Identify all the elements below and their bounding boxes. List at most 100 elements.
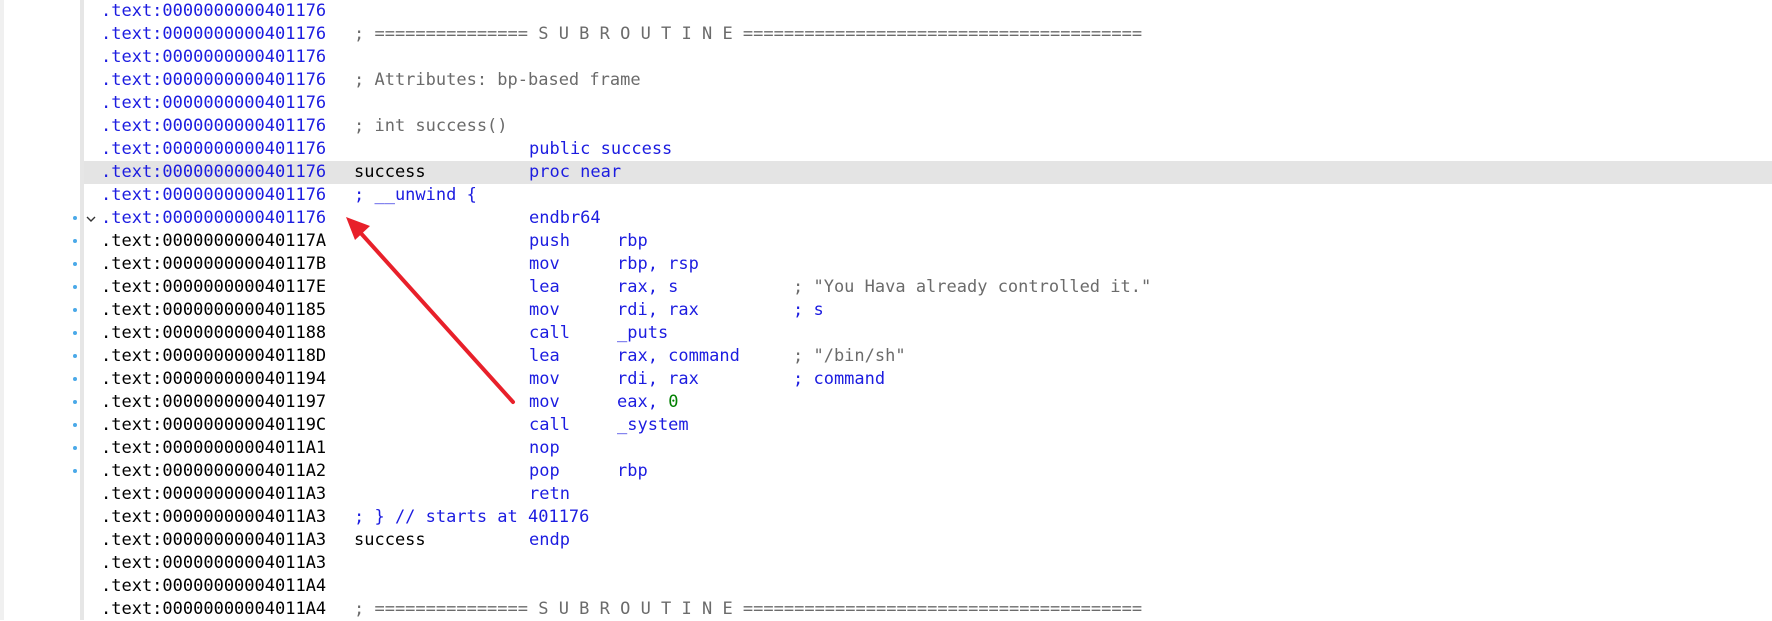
listing-line[interactable]: .text:00000000004011A3 retn bbox=[84, 483, 1772, 506]
line-address[interactable]: .text:0000000000401176 bbox=[101, 69, 326, 92]
line-operands[interactable]: rdi, rax bbox=[617, 299, 699, 322]
chevron-down-icon[interactable] bbox=[85, 213, 97, 225]
line-address[interactable]: .text:00000000004011A3 bbox=[101, 552, 326, 575]
line-mnemonic[interactable]: lea bbox=[529, 276, 560, 299]
line-address[interactable]: .text:00000000004011A4 bbox=[101, 575, 326, 598]
line-operands[interactable]: rbp bbox=[617, 230, 648, 253]
listing-line[interactable]: .text:0000000000401194 mov rdi, rax ; comma… bbox=[84, 368, 1772, 391]
listing-line[interactable]: .text:0000000000401176 ; =============== … bbox=[84, 23, 1772, 46]
line-operands[interactable]: eax, 0 bbox=[617, 391, 678, 414]
line-mnemonic[interactable]: lea bbox=[529, 345, 560, 368]
operand-space bbox=[658, 392, 668, 412]
line-mnemonic[interactable]: call bbox=[529, 322, 570, 345]
listing-line[interactable]: .text:000000000040119C call _system bbox=[84, 414, 1772, 437]
line-address[interactable]: .text:0000000000401176 bbox=[101, 207, 326, 230]
line-address[interactable]: .text:000000000040117B bbox=[101, 253, 326, 276]
listing-line[interactable]: .text:00000000004011A1 nop bbox=[84, 437, 1772, 460]
listing-line[interactable]: .text:00000000004011A2 pop rbp bbox=[84, 460, 1772, 483]
line-address[interactable]: .text:00000000004011A4 bbox=[101, 598, 326, 621]
line-label[interactable]: success bbox=[354, 161, 426, 184]
line-operands[interactable]: rax, command bbox=[617, 345, 740, 368]
line-address[interactable]: .text:00000000004011A2 bbox=[101, 460, 326, 483]
operand-text[interactable]: rdi, rax bbox=[617, 300, 699, 320]
line-operands[interactable]: _puts bbox=[617, 322, 668, 345]
listing-line[interactable]: .text:0000000000401176 bbox=[84, 92, 1772, 115]
listing-line[interactable]: .text:0000000000401176 ; __unwind { bbox=[84, 184, 1772, 207]
line-operands[interactable]: rbp bbox=[617, 460, 648, 483]
operand-text[interactable]: rax, command bbox=[617, 346, 740, 366]
line-address[interactable]: .text:0000000000401176 bbox=[101, 161, 326, 184]
line-address[interactable]: .text:00000000004011A3 bbox=[101, 506, 326, 529]
operand-text[interactable]: rbp, rsp bbox=[617, 254, 699, 274]
line-mnemonic[interactable]: nop bbox=[529, 437, 560, 460]
flow-dot-icon bbox=[73, 331, 77, 335]
operand-text[interactable]: _system bbox=[617, 415, 689, 435]
line-mnemonic[interactable]: public success bbox=[529, 138, 672, 161]
line-comment-header: ; } // starts at 401176 bbox=[354, 507, 590, 527]
flow-dot-icon bbox=[73, 285, 77, 289]
listing-line[interactable]: .text:000000000040117A push rbp bbox=[84, 230, 1772, 253]
listing-line[interactable]: .text:00000000004011A3 ; } // starts at 4… bbox=[84, 506, 1772, 529]
line-address[interactable]: .text:000000000040117E bbox=[101, 276, 326, 299]
line-mnemonic[interactable]: pop bbox=[529, 460, 560, 483]
line-address[interactable]: .text:0000000000401194 bbox=[101, 368, 326, 391]
listing-line[interactable]: .text:000000000040117E lea rax, s ; "You Ha… bbox=[84, 276, 1772, 299]
line-address[interactable]: .text:0000000000401176 bbox=[101, 184, 326, 207]
listing-line[interactable]: .text:0000000000401176 ; int success() bbox=[84, 115, 1772, 138]
listing-line[interactable]: .text:00000000004011A4 bbox=[84, 575, 1772, 598]
listing-line[interactable]: .text:0000000000401188 call _puts bbox=[84, 322, 1772, 345]
operand-text[interactable]: rdi, rax bbox=[617, 369, 699, 389]
flow-gutter[interactable] bbox=[4, 0, 80, 620]
operand-text[interactable]: rbp bbox=[617, 231, 648, 251]
line-address[interactable]: .text:0000000000401176 bbox=[101, 138, 326, 161]
operand-immediate[interactable]: 0 bbox=[668, 392, 678, 412]
line-address[interactable]: .text:0000000000401176 bbox=[101, 46, 326, 69]
listing-line[interactable]: .text:00000000004011A3 bbox=[84, 552, 1772, 575]
listing-line[interactable]: .text:0000000000401176 public success bbox=[84, 138, 1772, 161]
listing-line[interactable]: .text:0000000000401176 bbox=[84, 46, 1772, 69]
line-address[interactable]: .text:000000000040117A bbox=[101, 230, 326, 253]
line-address[interactable]: .text:0000000000401176 bbox=[101, 115, 326, 138]
operand-text[interactable]: rax, s bbox=[617, 277, 678, 297]
line-mnemonic[interactable]: proc near bbox=[529, 161, 621, 184]
line-operands[interactable]: rbp, rsp bbox=[617, 253, 699, 276]
listing-line[interactable]: .text:00000000004011A3 success endp bbox=[84, 529, 1772, 552]
listing-line[interactable]: .text:0000000000401176 success proc near bbox=[84, 161, 1772, 184]
line-address[interactable]: .text:0000000000401197 bbox=[101, 391, 326, 414]
line-mnemonic[interactable]: mov bbox=[529, 253, 560, 276]
line-label[interactable]: success bbox=[354, 529, 426, 552]
line-operands[interactable]: _system bbox=[617, 414, 689, 437]
line-mnemonic[interactable]: mov bbox=[529, 368, 560, 391]
listing-line[interactable]: .text:0000000000401176 ; Attributes: bp-b… bbox=[84, 69, 1772, 92]
listing-line[interactable]: .text:000000000040118D lea rax, command ; "… bbox=[84, 345, 1772, 368]
line-address[interactable]: .text:00000000004011A1 bbox=[101, 437, 326, 460]
line-mnemonic[interactable]: mov bbox=[529, 299, 560, 322]
listing-line[interactable]: .text:0000000000401176 endbr64 bbox=[84, 207, 1772, 230]
line-mnemonic[interactable]: call bbox=[529, 414, 570, 437]
line-mnemonic[interactable]: mov bbox=[529, 391, 560, 414]
disassembly-listing[interactable]: .text:0000000000401176 .text:000000000040… bbox=[84, 0, 1772, 621]
listing-line[interactable]: .text:000000000040117B mov rbp, rsp bbox=[84, 253, 1772, 276]
line-operands[interactable]: rax, s bbox=[617, 276, 678, 299]
line-mnemonic[interactable]: endbr64 bbox=[529, 207, 601, 230]
listing-line[interactable]: .text:0000000000401185 mov rdi, rax ; s bbox=[84, 299, 1772, 322]
line-address[interactable]: .text:0000000000401188 bbox=[101, 322, 326, 345]
line-address[interactable]: .text:00000000004011A3 bbox=[101, 529, 326, 552]
operand-text[interactable]: _puts bbox=[617, 323, 668, 343]
line-address[interactable]: .text:0000000000401176 bbox=[101, 0, 326, 23]
line-address[interactable]: .text:00000000004011A3 bbox=[101, 483, 326, 506]
line-address[interactable]: .text:0000000000401185 bbox=[101, 299, 326, 322]
operand-text[interactable]: eax, bbox=[617, 392, 658, 412]
line-address[interactable]: .text:0000000000401176 bbox=[101, 92, 326, 115]
line-mnemonic[interactable]: endp bbox=[529, 529, 570, 552]
line-mnemonic[interactable]: retn bbox=[529, 483, 570, 506]
operand-text[interactable]: rbp bbox=[617, 461, 648, 481]
line-address[interactable]: .text:000000000040118D bbox=[101, 345, 326, 368]
listing-line[interactable]: .text:0000000000401197 mov eax, 0 bbox=[84, 391, 1772, 414]
listing-line[interactable]: .text:0000000000401176 bbox=[84, 0, 1772, 23]
line-address[interactable]: .text:000000000040119C bbox=[101, 414, 326, 437]
listing-line[interactable]: .text:00000000004011A4 ; =============== … bbox=[84, 598, 1772, 621]
line-address[interactable]: .text:0000000000401176 bbox=[101, 23, 326, 46]
line-mnemonic[interactable]: push bbox=[529, 230, 570, 253]
line-operands[interactable]: rdi, rax bbox=[617, 368, 699, 391]
